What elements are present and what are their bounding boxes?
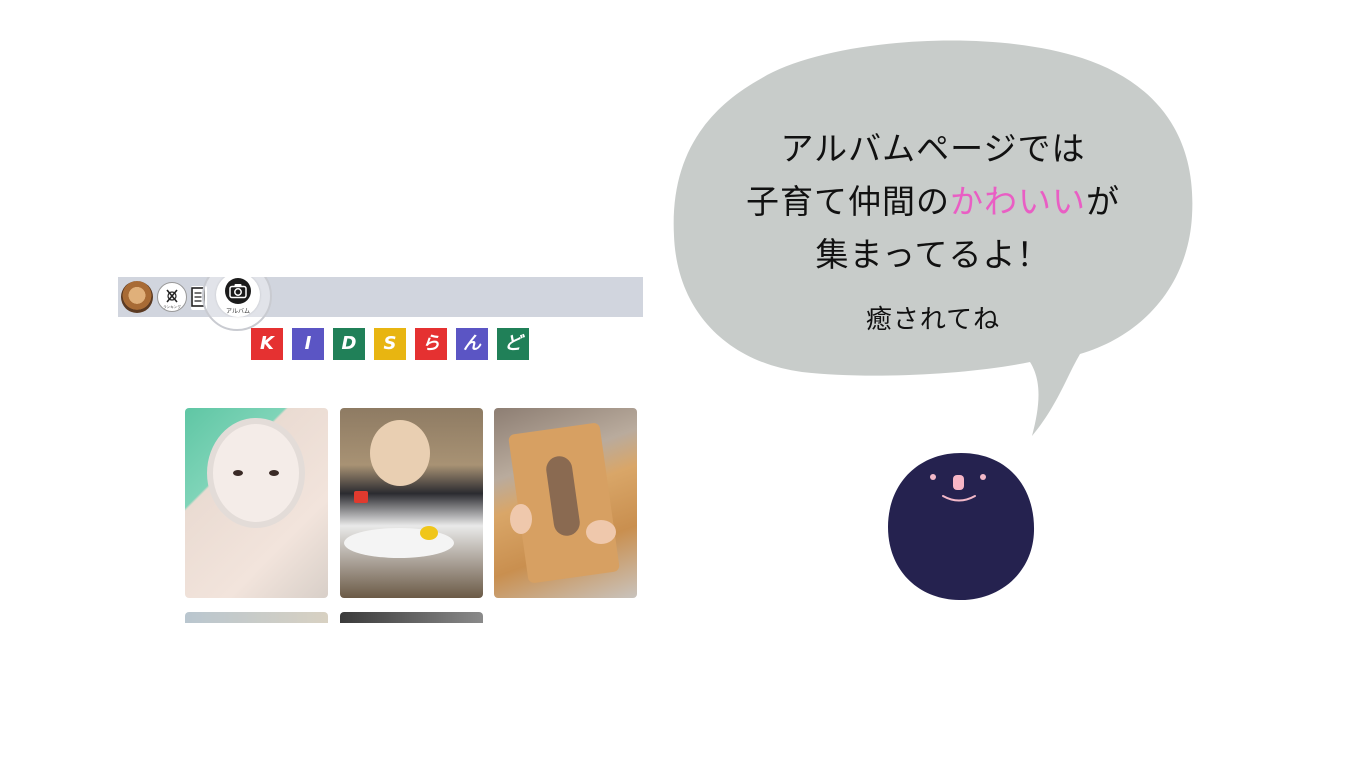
logo-tile: ど (497, 328, 529, 360)
top-navbar: ランキング アルバム (118, 277, 643, 331)
logo-tile: ん (456, 328, 488, 360)
camera-icon (225, 278, 251, 304)
logo-tile: K (251, 328, 283, 360)
bubble-subline: 癒されてね (865, 305, 1001, 335)
logo-tile: D (333, 328, 365, 360)
bubble-line-1: アルバムページでは (780, 129, 1086, 168)
user-avatar[interactable] (121, 281, 153, 313)
kidsland-logo: KIDSらんど (251, 328, 529, 360)
app-screenshot: ランキング アルバム KIDSらんど (118, 277, 643, 623)
bubble-line-2-before: 子育て仲間の (746, 182, 950, 221)
logo-tile: I (292, 328, 324, 360)
bubble-highlight: かわいい (950, 182, 1086, 221)
logo-tile: S (374, 328, 406, 360)
ranking-icon[interactable]: ランキング (157, 282, 187, 312)
album-photo[interactable] (185, 408, 328, 598)
album-photo[interactable] (185, 612, 328, 623)
album-tab-label: アルバム (226, 308, 250, 315)
bubble-message: アルバムページでは 子育て仲間のかわいいが 集まってるよ！ 癒されてね (672, 122, 1194, 336)
ranking-label: ランキング (163, 304, 181, 309)
logo-tile: ら (415, 328, 447, 360)
mascot-character (887, 451, 1035, 601)
bubble-line-3: 集まってるよ！ (815, 235, 1051, 274)
album-tab[interactable]: アルバム (216, 277, 260, 317)
bubble-line-2: 子育て仲間のかわいいが (672, 175, 1194, 228)
speech-bubble: アルバムページでは 子育て仲間のかわいいが 集まってるよ！ 癒されてね (672, 36, 1194, 446)
album-photo[interactable] (494, 408, 637, 598)
bubble-line-2-after: が (1086, 182, 1120, 221)
album-photo[interactable] (340, 612, 483, 623)
album-photo[interactable] (340, 408, 483, 598)
